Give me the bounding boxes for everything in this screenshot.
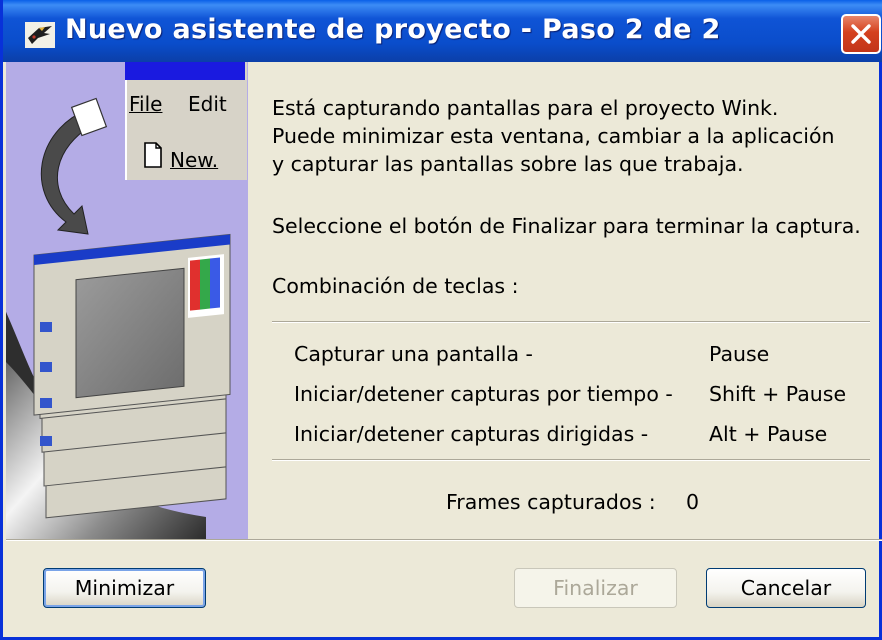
finish-hint: Seleccione el botón de Finalizar para te…	[272, 214, 861, 238]
wizard-window: Nuevo asistente de proyecto - Paso 2 de …	[0, 0, 882, 640]
banner-menu-edit: Edit	[188, 92, 227, 116]
frames-captured-label: Frames capturados :	[446, 490, 656, 514]
hotkey-key-capture: Pause	[709, 342, 770, 366]
title-bar[interactable]: Nuevo asistente de proyecto - Paso 2 de …	[3, 0, 882, 62]
minimize-button[interactable]: Minimizar	[43, 568, 206, 608]
cancel-button[interactable]: Cancelar	[706, 568, 866, 608]
button-bar-divider	[6, 539, 882, 541]
wizard-content: Está capturando pantallas para el proyec…	[248, 62, 882, 539]
info-line-3: y capturar las pantallas sobre las que t…	[272, 152, 744, 176]
hotkey-key-directed: Alt + Pause	[709, 422, 828, 446]
wink-bird-icon	[25, 22, 55, 48]
hotkeys-title: Combinación de teclas :	[272, 274, 519, 298]
new-document-icon	[144, 142, 162, 168]
hotkey-label-capture: Capturar una pantalla -	[294, 342, 533, 366]
hotkey-key-timed: Shift + Pause	[709, 382, 847, 406]
finish-button[interactable]: Finalizar	[514, 568, 677, 608]
hotkeys-top-divider	[272, 321, 870, 323]
close-button[interactable]	[841, 14, 881, 54]
banner-menu-new: New.	[170, 148, 219, 172]
hotkeys-bottom-divider	[272, 459, 870, 461]
hotkey-label-directed: Iniciar/detener capturas dirigidas -	[294, 422, 649, 446]
info-line-1: Está capturando pantallas para el proyec…	[272, 96, 779, 120]
banner-menu-titlebar	[125, 62, 245, 80]
hotkey-label-timed: Iniciar/detener capturas por tiempo -	[294, 382, 673, 406]
info-line-2: Puede minimizar esta ventana, cambiar a …	[272, 124, 835, 148]
frames-captured-count: 0	[686, 490, 700, 514]
banner-menu-file: File	[129, 92, 163, 116]
window-title: Nuevo asistente de proyecto - Paso 2 de …	[65, 14, 721, 45]
close-icon	[851, 24, 871, 44]
